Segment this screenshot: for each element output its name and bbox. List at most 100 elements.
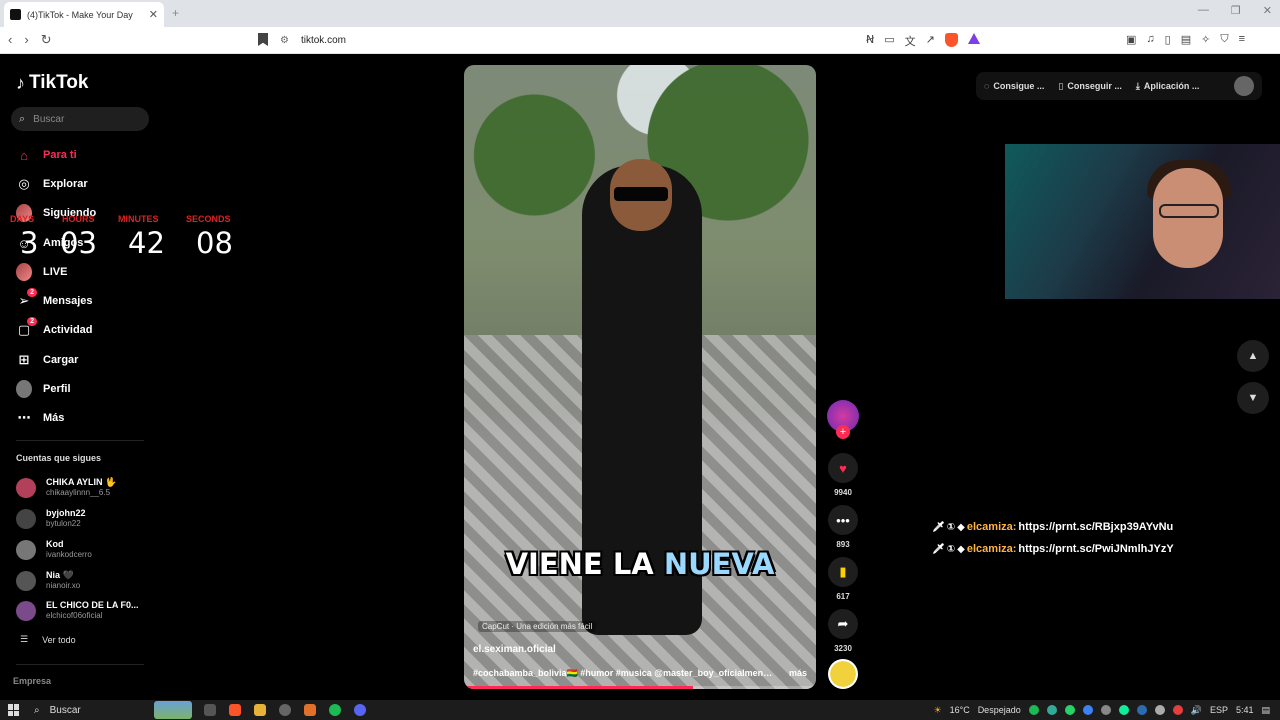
leo-icon[interactable]: ✧ xyxy=(1201,33,1210,46)
task-view-icon[interactable] xyxy=(204,704,216,716)
tab-title: (4)TikTok - Make Your Day xyxy=(27,9,133,20)
bookmark-icon[interactable] xyxy=(258,33,268,46)
lang-indicator[interactable]: ESP xyxy=(1210,705,1228,715)
avatar xyxy=(16,508,36,529)
tray-icon[interactable] xyxy=(1118,705,1129,715)
download-app-button[interactable]: ⤓ Aplicación ... xyxy=(1136,81,1200,92)
tiktok-logo[interactable]: ♪ TikTok xyxy=(16,72,88,94)
reload-icon[interactable]: ↻ xyxy=(41,32,52,48)
nav-profile[interactable]: Perfil xyxy=(16,380,71,398)
followed-account[interactable]: EL CHICO DE LA F0... elchicof06oficial xyxy=(16,600,139,621)
spotify-app-icon[interactable] xyxy=(329,704,341,716)
music-disc[interactable] xyxy=(826,659,860,689)
folder-app-icon[interactable] xyxy=(254,704,266,716)
cast-icon[interactable]: ▭ xyxy=(884,33,894,49)
video-player[interactable]: VIENE LA NUEVA CapCut · Una edición más … xyxy=(464,65,816,689)
close-tab-icon[interactable]: ✕ xyxy=(149,8,158,21)
cube-icon: ◆ xyxy=(957,521,965,533)
discord-app-icon[interactable] xyxy=(354,704,366,716)
coin-icon: ◌ xyxy=(984,81,990,91)
countdown-label-days: DAYS xyxy=(10,214,35,224)
clock[interactable]: 5:41 xyxy=(1236,705,1254,715)
brave-rewards-icon[interactable] xyxy=(967,33,980,44)
followed-account[interactable]: byjohn22 bytulon22 xyxy=(16,508,86,529)
bluetooth-tray-icon[interactable] xyxy=(1082,705,1093,715)
steam-tray-icon[interactable] xyxy=(1136,705,1147,715)
tray-icon[interactable] xyxy=(1100,705,1111,715)
chat-message: 🗡 ① ◆ elcamiza: https://prnt.sc/PwiJNmlhJY… xyxy=(932,543,1174,555)
wallet2-icon[interactable]: ▤ xyxy=(1181,33,1191,46)
nav-upload[interactable]: ⊞ Cargar xyxy=(16,351,79,369)
taskbar-widget-image[interactable] xyxy=(154,701,192,719)
app-icon[interactable] xyxy=(304,704,316,716)
webcam-overlay xyxy=(1005,144,1280,299)
windows-start-icon[interactable] xyxy=(8,704,20,716)
bookmark-icon: ▮ xyxy=(828,557,858,587)
comment-button[interactable]: ••• 893 xyxy=(826,505,860,549)
close-window-icon[interactable]: ✕ xyxy=(1263,4,1272,17)
get-app-button[interactable]: ▯ Conseguir ... xyxy=(1058,81,1121,92)
volume-icon[interactable]: 🔊 xyxy=(1191,705,1202,716)
nav-label: Cargar xyxy=(43,354,79,366)
account-handle: ivankodcerro xyxy=(46,550,92,559)
footer-company-link[interactable]: Empresa xyxy=(13,676,51,686)
account-name: byjohn22 xyxy=(46,508,86,518)
share-button[interactable]: ➦ 3230 xyxy=(826,609,860,653)
save-button[interactable]: ▮ 617 xyxy=(826,557,860,601)
restore-icon[interactable]: ❐ xyxy=(1231,4,1241,17)
nav-messages[interactable]: ➢ 2 Mensajes xyxy=(16,288,93,310)
like-button[interactable]: ♥ 9940 xyxy=(826,453,860,497)
nav-explore[interactable]: ◎ Explorar xyxy=(16,175,87,193)
tray-icon[interactable] xyxy=(1046,705,1057,715)
menu-icon[interactable]: ≡ xyxy=(1239,33,1245,46)
url-action-icons: Ꞥ ▭ 文 ↗ xyxy=(866,33,980,49)
see-all-link[interactable]: ☰ Ver todo xyxy=(20,634,76,645)
video-author[interactable]: el.seximan.oficial xyxy=(473,644,556,655)
followed-account[interactable]: Nia 🖤 nianoir.xo xyxy=(16,570,80,591)
nav-more[interactable]: ⋯ Más xyxy=(16,409,65,427)
wallet-icon[interactable]: ▣ xyxy=(1126,33,1136,46)
forward-icon[interactable]: › xyxy=(24,32,28,48)
followed-account[interactable]: Kod ivankodcerro xyxy=(16,539,92,560)
taskbar-search[interactable]: ⌕ Buscar xyxy=(34,705,154,716)
creator-avatar[interactable]: + xyxy=(826,400,860,439)
next-video-button[interactable]: ▼ xyxy=(1237,382,1269,414)
minimize-icon[interactable]: — xyxy=(1198,4,1209,17)
music-icon[interactable]: ♫ xyxy=(1146,33,1154,46)
tiktok-favicon-icon xyxy=(10,9,21,20)
previous-video-button[interactable]: ▲ xyxy=(1237,340,1269,372)
obs-app-icon[interactable] xyxy=(279,704,291,716)
search-input[interactable]: ⌕ Buscar xyxy=(11,107,149,131)
see-all-label: Ver todo xyxy=(42,634,76,645)
followed-account[interactable]: CHIKA AYLIN 🖖 chikaaylinnn__6.5 xyxy=(16,477,116,498)
nav-live[interactable]: LIVE xyxy=(16,263,67,281)
share-icon[interactable]: ↗ xyxy=(926,33,935,49)
back-icon[interactable]: ‹ xyxy=(8,32,12,48)
user-avatar[interactable] xyxy=(1234,76,1254,96)
translate-icon[interactable]: 文 xyxy=(905,33,916,49)
get-coins-button[interactable]: ◌ Consigue ... xyxy=(984,81,1044,91)
tray-icon[interactable] xyxy=(1154,705,1165,715)
vpn-icon[interactable]: ⛉ xyxy=(1220,33,1228,46)
tray-icon[interactable] xyxy=(1172,705,1183,715)
whatsapp-tray-icon[interactable] xyxy=(1064,705,1075,715)
brave-app-icon[interactable] xyxy=(229,704,241,716)
new-tab-icon[interactable]: + xyxy=(172,6,179,20)
nav-for-you[interactable]: ⌂ Para ti xyxy=(16,146,77,164)
reader-icon[interactable]: Ꞥ xyxy=(866,33,874,49)
notification-icon[interactable]: ▤ xyxy=(1261,705,1270,716)
site-info-icon[interactable]: ⚙ xyxy=(280,35,289,46)
video-progress-bar[interactable] xyxy=(464,686,816,689)
spotify-tray-icon[interactable] xyxy=(1028,705,1039,715)
tiktok-note-icon: ♪ xyxy=(16,72,25,93)
more-link[interactable]: más xyxy=(789,668,807,679)
sidebar-icon[interactable]: ▯ xyxy=(1165,33,1171,46)
follow-plus-icon[interactable]: + xyxy=(836,425,850,439)
account-name: Nia 🖤 xyxy=(46,570,74,580)
messages-badge: 2 xyxy=(27,288,37,297)
nav-activity[interactable]: ▢ 2 Actividad xyxy=(16,317,93,339)
brave-shield-icon[interactable] xyxy=(944,33,958,47)
capcut-tag[interactable]: CapCut · Una edición más fácil xyxy=(478,621,597,632)
browser-tab[interactable]: (4)TikTok - Make Your Day ✕ xyxy=(4,2,164,27)
following-section-title: Cuentas que sigues xyxy=(16,453,102,463)
